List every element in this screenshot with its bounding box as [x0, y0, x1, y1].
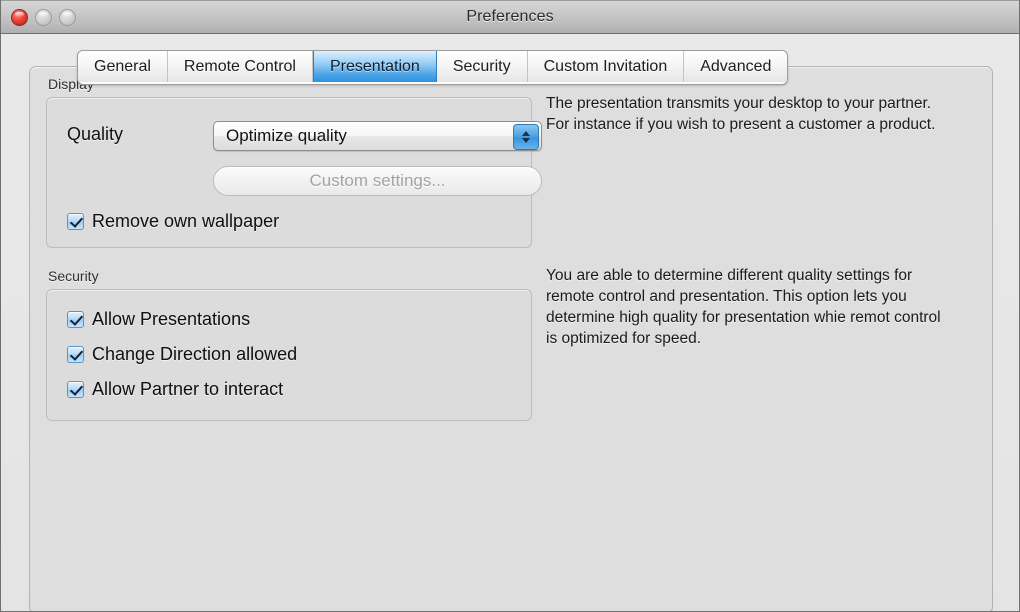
- tab-advanced[interactable]: Advanced: [684, 51, 788, 82]
- help-text-quality: You are able to determine different qual…: [546, 267, 941, 347]
- quality-popup-button[interactable]: Optimize quality: [213, 121, 542, 151]
- display-group: Quality Optimize quality Custom settings…: [46, 97, 542, 248]
- checkmark-icon[interactable]: [67, 311, 84, 328]
- tab-custom-invitation[interactable]: Custom Invitation: [527, 51, 685, 82]
- zoom-button[interactable]: [59, 9, 76, 26]
- title-bar: Preferences: [1, 0, 1019, 34]
- arrow-up-icon: [522, 131, 530, 136]
- quality-label: Quality: [67, 124, 124, 144]
- minimize-button[interactable]: [35, 9, 52, 26]
- arrow-down-icon: [522, 138, 530, 143]
- tab-remote-control[interactable]: Remote Control: [167, 51, 313, 82]
- window-title: Preferences: [466, 8, 554, 25]
- help-text-presentation: The presentation transmits your desktop …: [546, 95, 936, 133]
- window-controls: [11, 9, 76, 26]
- change-direction-allowed-label: Change Direction allowed: [92, 344, 298, 364]
- window-body: Display Quality Optimize quality Custom …: [1, 34, 1019, 611]
- checkmark-icon[interactable]: [67, 381, 84, 398]
- quality-popup-value: Optimize quality: [226, 126, 347, 145]
- checkmark-icon[interactable]: [67, 213, 84, 230]
- close-button[interactable]: [11, 9, 28, 26]
- checkmark-icon[interactable]: [67, 346, 84, 363]
- security-group-title: Security: [48, 268, 99, 284]
- tab-presentation[interactable]: Presentation: [312, 51, 437, 82]
- allow-presentations-checkbox-row[interactable]: Allow Presentations: [67, 309, 250, 330]
- allow-presentations-label: Allow Presentations: [92, 309, 251, 329]
- remove-own-wallpaper-checkbox-row[interactable]: Remove own wallpaper: [67, 211, 279, 232]
- security-group: Allow Presentations Change Direction all…: [46, 289, 532, 421]
- tab-bar: General Remote Control Presentation Secu…: [77, 50, 789, 85]
- allow-partner-to-interact-label: Allow Partner to interact: [92, 379, 284, 399]
- remove-own-wallpaper-label: Remove own wallpaper: [92, 211, 280, 231]
- preferences-window: Preferences Display Quality Optimize qua…: [0, 0, 1020, 612]
- tab-panel: Display Quality Optimize quality Custom …: [29, 66, 993, 611]
- custom-settings-button[interactable]: Custom settings...: [213, 166, 542, 196]
- allow-partner-to-interact-checkbox-row[interactable]: Allow Partner to interact: [67, 379, 283, 400]
- chevron-updown-icon[interactable]: [513, 124, 539, 150]
- tab-general[interactable]: General: [78, 51, 168, 82]
- change-direction-allowed-checkbox-row[interactable]: Change Direction allowed: [67, 344, 297, 365]
- tab-security[interactable]: Security: [436, 51, 528, 82]
